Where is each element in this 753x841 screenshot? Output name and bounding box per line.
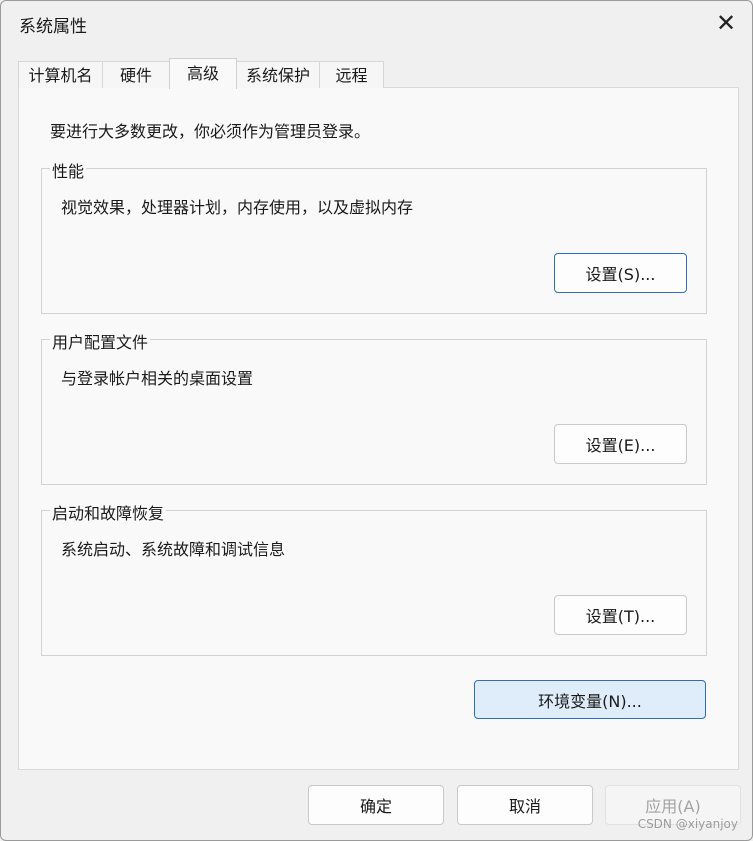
startup-recovery-group-label: 启动和故障恢复 xyxy=(50,500,167,524)
performance-settings-button[interactable]: 设置(S)... xyxy=(554,253,687,293)
tab-system-protection[interactable]: 系统保护 xyxy=(236,61,320,88)
tab-computer-name[interactable]: 计算机名 xyxy=(18,61,103,88)
user-profiles-group: 用户配置文件 与登录帐户相关的桌面设置 设置(E)... xyxy=(41,329,707,485)
performance-group-label: 性能 xyxy=(50,158,87,182)
tab-advanced[interactable]: 高级 xyxy=(169,58,237,89)
startup-recovery-description: 系统启动、系统故障和调试信息 xyxy=(61,540,286,559)
tab-remote[interactable]: 远程 xyxy=(319,61,384,88)
close-icon[interactable]: ✕ xyxy=(700,1,752,45)
startup-recovery-settings-button[interactable]: 设置(T)... xyxy=(554,595,687,635)
csdn-watermark: CSDN @xiyanjoy xyxy=(637,817,738,831)
user-profiles-group-label: 用户配置文件 xyxy=(50,329,151,353)
admin-notice: 要进行大多数更改，你必须作为管理员登录。 xyxy=(50,122,371,141)
user-profiles-description: 与登录帐户相关的桌面设置 xyxy=(61,369,254,388)
ok-button[interactable]: 确定 xyxy=(308,785,444,825)
environment-variables-button[interactable]: 环境变量(N)... xyxy=(474,680,706,719)
window-title: 系统属性 xyxy=(19,17,87,37)
startup-recovery-group: 启动和故障恢复 系统启动、系统故障和调试信息 设置(T)... xyxy=(41,500,707,656)
cancel-button[interactable]: 取消 xyxy=(457,785,593,825)
system-properties-dialog: 系统属性 ✕ 计算机名 硬件 高级 系统保护 远程 要进行大多数更改，你必须作为… xyxy=(0,0,753,841)
user-profiles-settings-button[interactable]: 设置(E)... xyxy=(554,424,687,464)
tab-hardware[interactable]: 硬件 xyxy=(102,61,170,88)
performance-group: 性能 视觉效果，处理器计划，内存使用，以及虚拟内存 设置(S)... xyxy=(41,158,707,314)
title-bar: 系统属性 ✕ xyxy=(1,1,752,45)
performance-description: 视觉效果，处理器计划，内存使用，以及虚拟内存 xyxy=(61,198,414,217)
